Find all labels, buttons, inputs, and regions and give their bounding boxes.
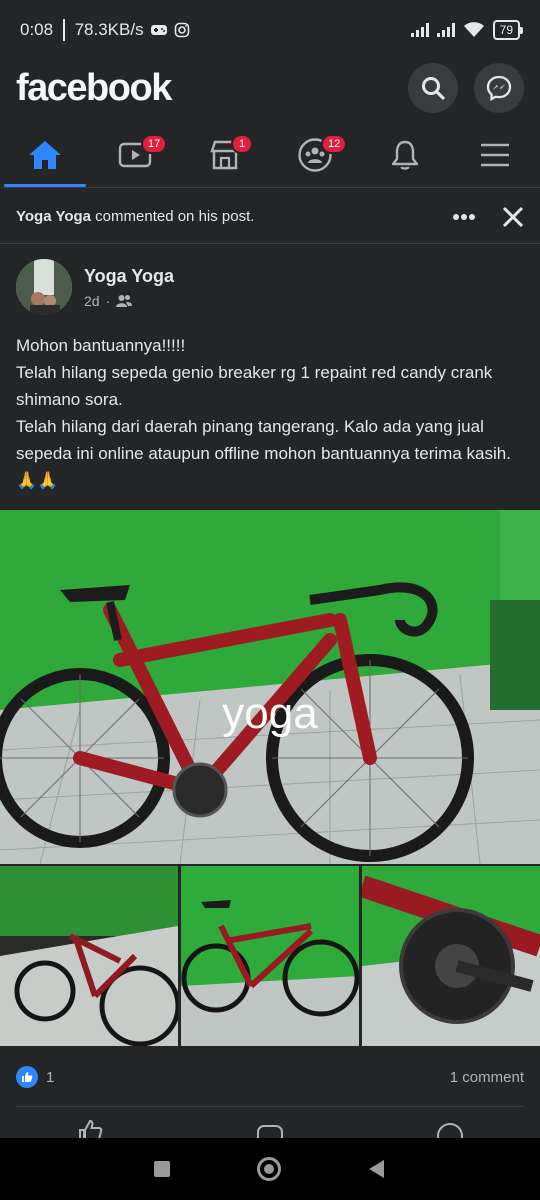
bicycle-thumb-1 bbox=[0, 866, 178, 1046]
recents-icon[interactable] bbox=[153, 1160, 171, 1178]
search-icon bbox=[422, 77, 445, 100]
main-nav: 17 1 12 bbox=[0, 122, 540, 188]
bell-icon bbox=[391, 140, 419, 170]
photo-watermark: yoga bbox=[222, 689, 318, 738]
more-options-icon[interactable] bbox=[452, 213, 476, 221]
status-time: 0:08 bbox=[20, 20, 54, 39]
notification-text[interactable]: Yoga Yoga commented on his post. bbox=[16, 208, 254, 225]
battery-icon: 79 bbox=[492, 20, 524, 40]
tab-watch[interactable]: 17 bbox=[90, 122, 180, 187]
like-reaction-icon[interactable] bbox=[16, 1066, 38, 1088]
bicycle-thumb-2 bbox=[181, 866, 359, 1046]
bicycle-photo: yoga bbox=[0, 510, 540, 864]
status-speed: 78.3KB/s bbox=[74, 20, 144, 39]
avatar-photo bbox=[16, 259, 72, 315]
comment-button[interactable] bbox=[180, 1118, 360, 1138]
marketplace-badge: 1 bbox=[231, 134, 253, 154]
post-photo-main[interactable]: yoga bbox=[0, 510, 540, 864]
post-reactions: 1 1 comment bbox=[16, 1062, 524, 1092]
post-body: Mohon bantuannya!!!!! Telah hilang seped… bbox=[16, 332, 524, 494]
dot-separator: · bbox=[105, 292, 111, 309]
signal-icon bbox=[410, 23, 429, 37]
avatar[interactable] bbox=[16, 259, 72, 315]
signal-2-icon bbox=[436, 23, 455, 37]
post-line-3: Telah hilang dari daerah pinang tangeran… bbox=[16, 417, 511, 490]
close-icon[interactable] bbox=[502, 206, 524, 228]
post-time[interactable]: 2d bbox=[84, 293, 100, 309]
back-icon[interactable] bbox=[367, 1159, 387, 1179]
tab-marketplace[interactable]: 1 bbox=[180, 122, 270, 187]
app-header: facebook bbox=[0, 60, 540, 116]
post-line-1: Mohon bantuannya!!!!! bbox=[16, 336, 186, 355]
send-button[interactable] bbox=[360, 1118, 540, 1138]
home-system-icon[interactable] bbox=[256, 1156, 282, 1182]
game-icon bbox=[150, 25, 167, 35]
messenger-icon bbox=[486, 75, 512, 101]
comment-count[interactable]: 1 comment bbox=[450, 1069, 524, 1086]
notification-header: Yoga Yoga commented on his post. bbox=[0, 190, 540, 244]
post-line-2: Telah hilang sepeda genio breaker rg 1 r… bbox=[16, 363, 493, 409]
tab-notifications[interactable] bbox=[360, 122, 450, 187]
post-header: Yoga Yoga 2d · bbox=[16, 256, 524, 318]
post-author[interactable]: Yoga Yoga bbox=[84, 266, 174, 287]
tab-home[interactable] bbox=[0, 122, 90, 187]
wifi-icon bbox=[463, 22, 484, 37]
instagram-icon bbox=[174, 22, 189, 38]
facebook-logo[interactable]: facebook bbox=[16, 67, 172, 110]
tab-groups[interactable]: 12 bbox=[270, 122, 360, 187]
messenger-button[interactable] bbox=[474, 63, 524, 113]
like-button[interactable] bbox=[0, 1118, 180, 1138]
home-icon bbox=[29, 140, 61, 169]
crankset-thumb bbox=[362, 866, 540, 1046]
friends-audience-icon bbox=[116, 294, 133, 307]
status-bar: 0:08 78.3KB/s 79 bbox=[0, 0, 540, 60]
groups-badge: 12 bbox=[321, 134, 348, 154]
tab-menu[interactable] bbox=[450, 122, 540, 187]
like-count[interactable]: 1 bbox=[46, 1069, 54, 1086]
status-separator bbox=[63, 19, 65, 41]
notification-message: commented on his post. bbox=[91, 208, 255, 225]
post-photo-3[interactable] bbox=[181, 866, 359, 1046]
comment-icon bbox=[257, 1125, 283, 1138]
search-button[interactable] bbox=[408, 63, 458, 113]
like-icon bbox=[79, 1119, 103, 1138]
reactions-divider bbox=[16, 1106, 524, 1107]
post-actions bbox=[0, 1118, 540, 1138]
notification-actor: Yoga Yoga bbox=[16, 208, 92, 225]
system-nav-bar bbox=[0, 1138, 540, 1200]
send-icon bbox=[437, 1123, 463, 1138]
post-photo-grid bbox=[0, 866, 540, 1046]
post-photo-4[interactable] bbox=[362, 866, 540, 1046]
watch-badge: 17 bbox=[141, 134, 168, 154]
hamburger-menu-icon bbox=[481, 143, 509, 166]
post-photo-2[interactable] bbox=[0, 866, 178, 1046]
